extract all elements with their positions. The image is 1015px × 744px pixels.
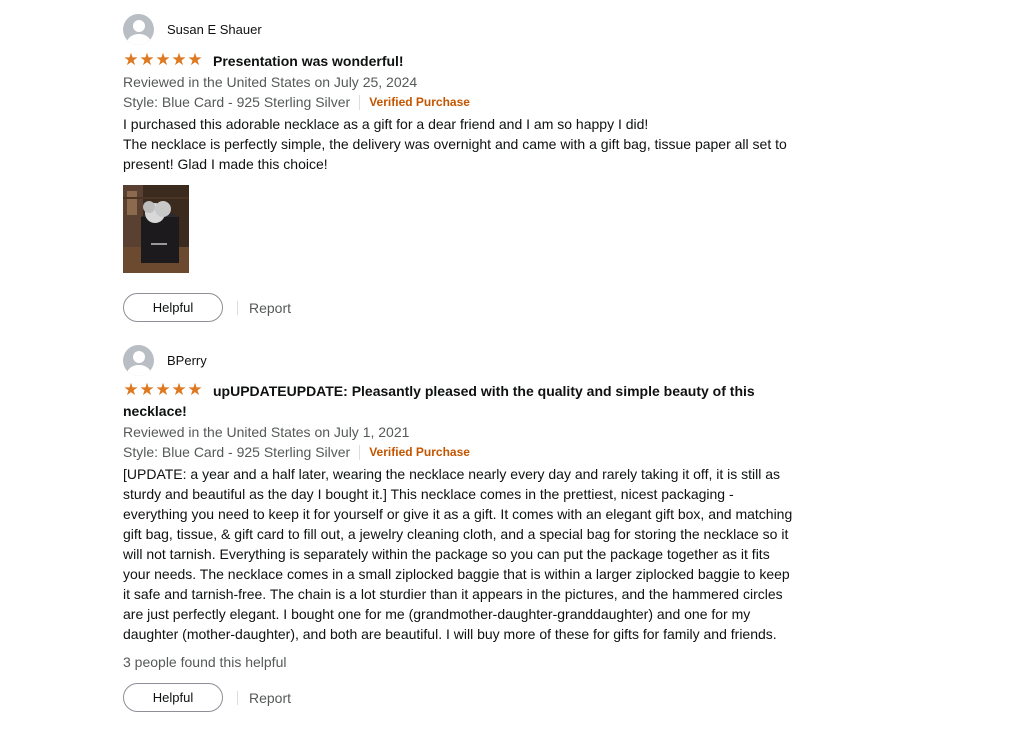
avatar-icon[interactable] bbox=[123, 13, 154, 45]
star-icon: ★ bbox=[171, 380, 187, 400]
helpful-button[interactable]: Helpful bbox=[123, 293, 223, 322]
reviewer-profile[interactable]: BPerry bbox=[123, 344, 813, 376]
review-body-paragraph: I purchased this adorable necklace as a … bbox=[123, 116, 649, 132]
review-style[interactable]: Style: Blue Card - 925 Sterling Silver bbox=[123, 442, 350, 462]
report-link[interactable]: Report bbox=[249, 690, 291, 706]
star-icon: ★ bbox=[171, 50, 187, 70]
reviewer-profile[interactable]: Susan E Shauer bbox=[123, 13, 813, 45]
star-rating[interactable]: ★ ★ ★ ★ ★ bbox=[123, 382, 203, 399]
review-title[interactable]: Presentation was wonderful! bbox=[213, 51, 404, 71]
helpful-count: 3 people found this helpful bbox=[123, 654, 287, 670]
reviewer-name[interactable]: BPerry bbox=[167, 353, 207, 368]
review-1: Susan E Shauer ★ ★ ★ ★ ★ Presentation wa… bbox=[123, 13, 813, 322]
star-icon: ★ bbox=[155, 380, 171, 400]
review-style[interactable]: Style: Blue Card - 925 Sterling Silver bbox=[123, 92, 350, 112]
star-rating[interactable]: ★ ★ ★ ★ ★ bbox=[123, 52, 203, 69]
star-icon: ★ bbox=[123, 380, 139, 400]
avatar-icon[interactable] bbox=[123, 344, 154, 376]
divider bbox=[237, 690, 238, 705]
review-title[interactable]: upUPDATEUPDATE: Pleasantly pleased with … bbox=[123, 381, 763, 421]
verified-purchase-badge: Verified Purchase bbox=[369, 445, 470, 459]
star-icon: ★ bbox=[187, 380, 203, 400]
divider bbox=[359, 94, 361, 110]
star-icon: ★ bbox=[187, 50, 203, 70]
divider bbox=[359, 444, 361, 460]
star-icon: ★ bbox=[155, 50, 171, 70]
gift-box-photo-icon bbox=[123, 185, 189, 273]
review-2: BPerry ★ ★ ★ ★ ★ upUPDATEUPDATE: Pleasan… bbox=[123, 344, 813, 712]
review-body-paragraph: The necklace is perfectly simple, the de… bbox=[123, 136, 787, 172]
review-body: I purchased this adorable necklace as a … bbox=[123, 114, 813, 174]
review-body: [UPDATE: a year and a half later, wearin… bbox=[123, 466, 793, 642]
reviewer-name[interactable]: Susan E Shauer bbox=[167, 22, 262, 37]
review-image-thumbnail[interactable] bbox=[123, 185, 189, 273]
review-date: Reviewed in the United States on July 25… bbox=[123, 74, 418, 90]
report-link[interactable]: Report bbox=[249, 300, 291, 316]
star-icon: ★ bbox=[139, 50, 155, 70]
helpful-button[interactable]: Helpful bbox=[123, 683, 223, 712]
star-icon: ★ bbox=[139, 380, 155, 400]
verified-purchase-badge: Verified Purchase bbox=[369, 95, 470, 109]
review-date: Reviewed in the United States on July 1,… bbox=[123, 424, 410, 440]
star-icon: ★ bbox=[123, 50, 139, 70]
divider bbox=[237, 300, 238, 315]
